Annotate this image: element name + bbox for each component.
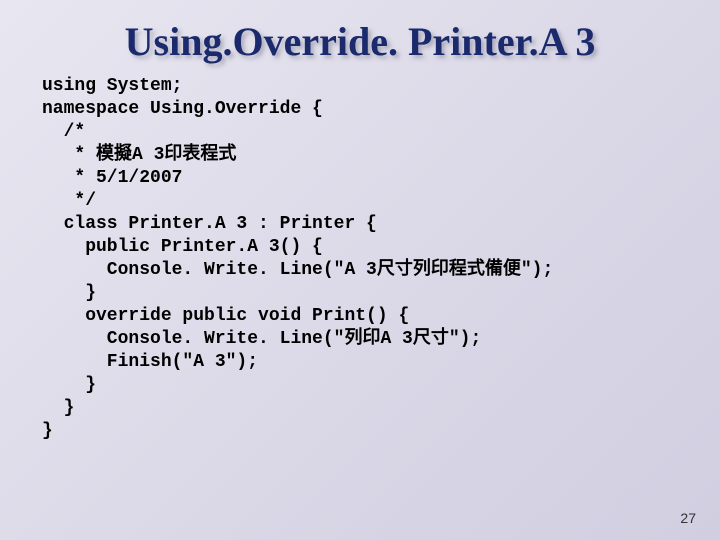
slide-title: Using.Override. Printer.A 3	[0, 0, 720, 75]
page-number: 27	[680, 510, 696, 526]
code-content: using System; namespace Using.Override {…	[0, 75, 720, 444]
